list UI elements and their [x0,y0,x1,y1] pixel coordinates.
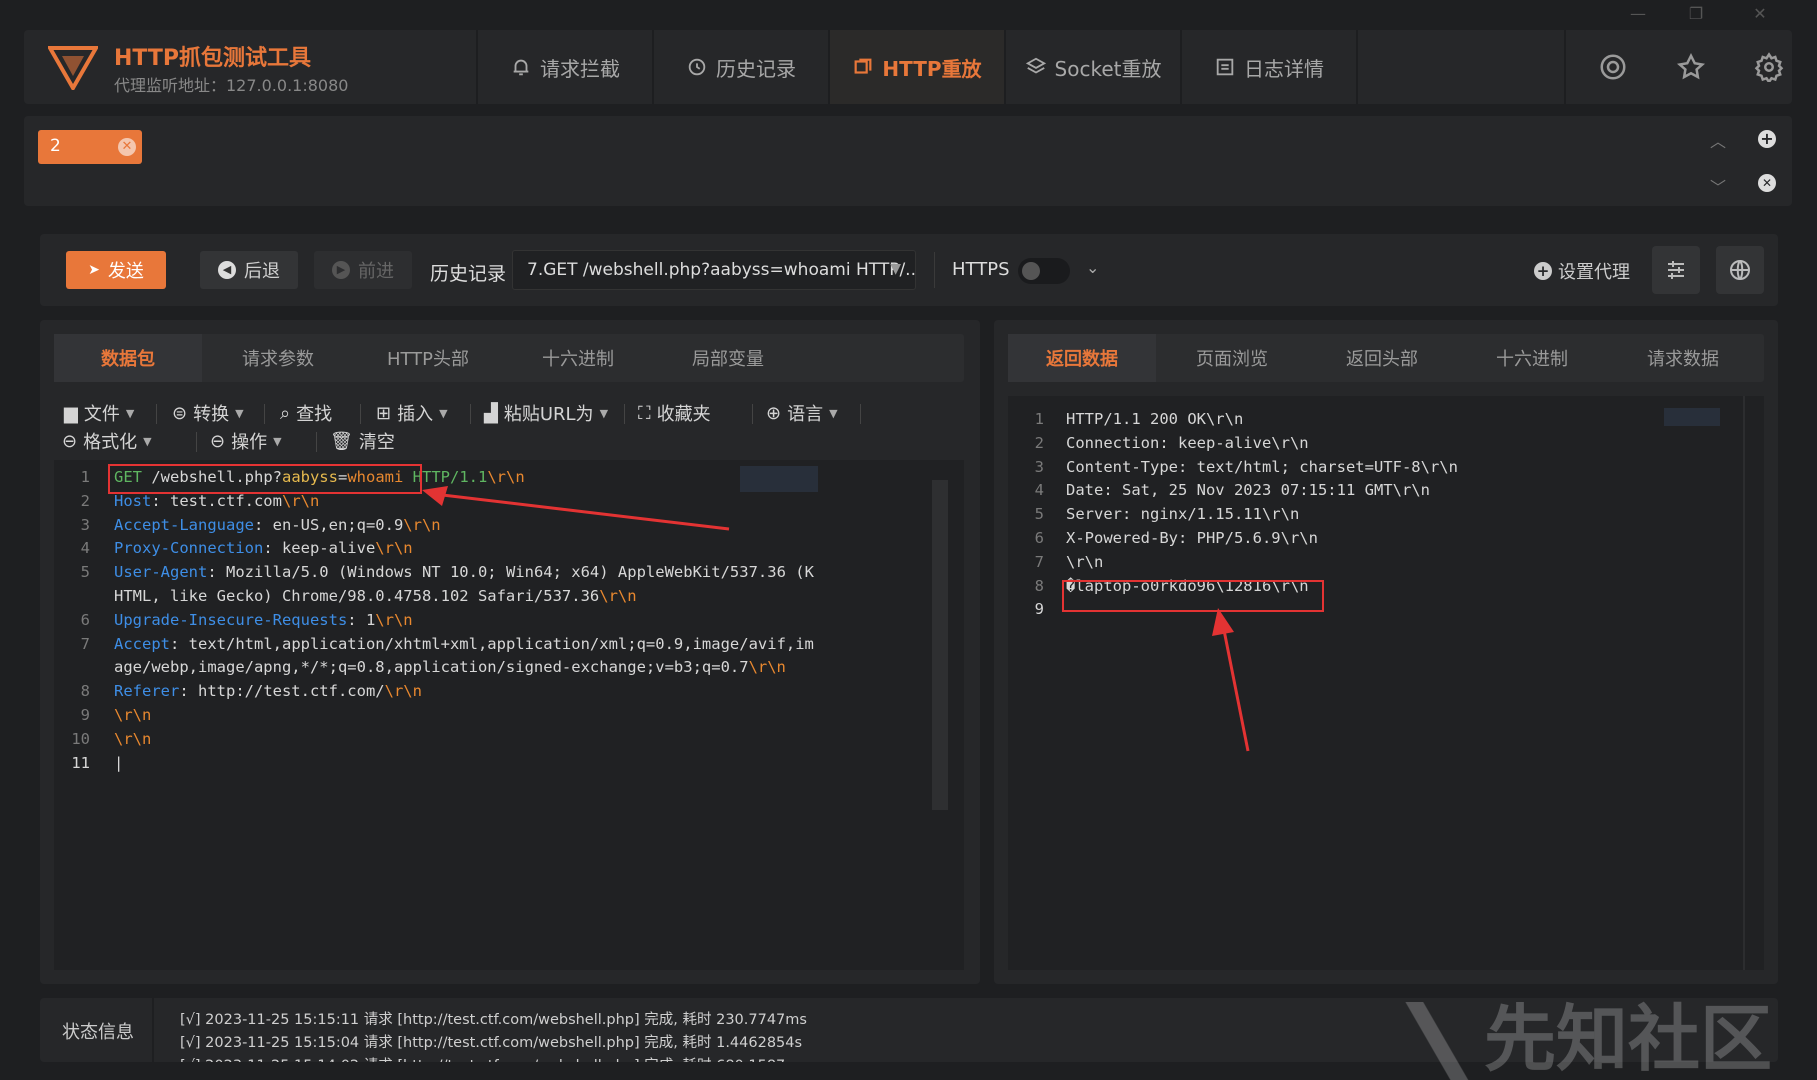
history-label: 历史记录 [430,263,507,285]
forward-button[interactable]: ▶ 前进 [314,251,412,289]
restore-button[interactable]: ❐ [1676,4,1716,26]
back-icon: ◀ [218,261,236,279]
minimap [740,466,818,492]
send-button[interactable]: ➤ 发送 [66,251,166,289]
convert-menu[interactable]: ⊜ 转换 ▼ [172,400,244,426]
operate-menu[interactable]: ⊖ 操作 ▼ [210,428,282,454]
response-line-numbers: 1 2 3 4 5 6 7 8 9 [1034,410,1044,619]
globe-icon [1730,260,1750,280]
add-circle-icon: + [1534,262,1552,280]
chevron-down-icon: ▼ [890,261,901,277]
tab-http-replay[interactable]: HTTP重放 [830,30,1004,104]
response-code: HTTP/1.1 200 OK\r\n Connection: keep-ali… [1066,410,1458,595]
favorites-button[interactable]: ⛶ 收藏夹 [638,400,711,426]
request-panel: 数据包 请求参数 HTTP头部 十六进制 局部变量 ▆ 文件 ▼ ⊜ 转换 ▼ ⌕ 查找 … [40,320,980,984]
format-menu[interactable]: ⊖ 格式化 ▼ [62,428,152,454]
response-subtabs: 返回数据 页面浏览 返回头部 十六进制 请求数据 [1008,334,1764,382]
close-window-button[interactable]: ✕ [1740,4,1780,26]
arrow-annotation [422,486,730,531]
insert-menu[interactable]: ⊞ 插入 ▼ [376,400,448,426]
globe-button[interactable] [1716,246,1764,294]
add-tab-icon[interactable]: + [1758,130,1776,148]
request-toolbar: ➤ 发送 ◀ 后退 ▶ 前进 历史记录 7.GET /webshell.php?… [40,234,1778,306]
bell-icon [513,59,529,76]
browser-icon[interactable] [1598,52,1628,82]
response-viewer[interactable]: 1 2 3 4 5 6 7 8 9 HTTP/1.1 200 OK\r\n Co… [1008,396,1764,970]
paste-url-menu[interactable]: ▟ 粘贴URL为 ▼ [484,400,608,426]
folder-icon: ▆ [64,402,78,424]
request-subtabs: 数据包 请求参数 HTTP头部 十六进制 局部变量 [54,334,964,382]
favorites-star-icon[interactable] [1676,52,1706,82]
https-toggle[interactable] [1018,258,1070,284]
set-proxy-button[interactable]: + 设置代理 [1534,258,1630,284]
send-icon: ➤ [88,262,100,278]
paste-icon: ▟ [484,402,498,424]
clear-button[interactable]: 🗑 清空 [330,428,395,454]
up-arrow-annotation [1212,608,1250,752]
proxy-address: 代理监听地址：127.0.0.1:8080 [114,76,349,95]
request-tab[interactable]: 2 ✕ [38,130,142,164]
request-editor[interactable]: 1 2 3 4 5 6 7 8 9 10 11 GET /webshell.ph… [54,460,964,970]
close-all-tabs-icon[interactable]: ✕ [1758,174,1776,192]
result-highlight-box [1062,580,1324,612]
tab-request-params[interactable]: 请求参数 [204,334,352,382]
double-chevron-down-icon[interactable]: ⌄ [1086,258,1099,277]
scrollbar[interactable] [932,480,948,810]
status-bar: 状态信息 [√] 2023-11-25 15:15:11 请求 [http://… [40,998,1778,1062]
tab-hex[interactable]: 十六进制 [504,334,652,382]
tab-packet[interactable]: 数据包 [54,334,202,382]
file-menu[interactable]: ▆ 文件 ▼ [64,400,134,426]
search-icon: ⌕ [280,402,291,424]
scroll-down-icon[interactable]: ﹀ [1710,174,1726,198]
tab-http-headers[interactable]: HTTP头部 [354,334,502,382]
history-icon [688,58,706,76]
format-icon: ⊖ [62,430,78,452]
minimize-button[interactable]: — [1618,4,1658,26]
response-scrollbar[interactable] [1743,396,1745,970]
find-button[interactable]: ⌕ 查找 [280,400,332,426]
favorites-icon: ⛶ [638,402,651,424]
trash-icon: 🗑 [330,430,353,452]
tab-request-data[interactable]: 请求数据 [1608,334,1758,382]
request-tab-strip: 2 ✕ ︿ ﹀ + ✕ [24,116,1792,206]
highlight-box [108,464,422,494]
tab-response-headers[interactable]: 返回头部 [1308,334,1456,382]
replay-icon [854,58,872,74]
close-tab-icon[interactable]: ✕ [118,138,136,156]
tab-socket-replay[interactable]: Socket重放 [1006,30,1180,104]
tab-intercept[interactable]: 请求拦截 [478,30,652,104]
language-menu[interactable]: ⊕ 语言 ▼ [766,400,838,426]
logo-icon [48,46,98,90]
response-minimap [1664,408,1720,426]
tab-response-hex[interactable]: 十六进制 [1458,334,1606,382]
history-select[interactable]: 7.GET /webshell.php?aabyss=whoami HTTP/.… [512,250,916,290]
sliders-icon [1668,261,1684,279]
document-icon [1216,58,1234,76]
layers-icon [1025,57,1046,74]
back-button[interactable]: ◀ 后退 [200,251,298,289]
log-line: [√] 2023-11-25 15:15:11 请求 [http://test.… [180,1012,807,1028]
forward-icon: ▶ [332,261,350,279]
line-numbers: 1 2 3 4 5 6 7 8 9 10 11 [71,468,90,772]
response-panel: 返回数据 页面浏览 返回头部 十六进制 请求数据 1 2 3 4 5 6 7 8… [994,320,1778,984]
tab-page-preview[interactable]: 页面浏览 [1158,334,1306,382]
tab-local-vars[interactable]: 局部变量 [654,334,802,382]
scroll-up-icon[interactable]: ︿ [1710,128,1726,152]
convert-icon: ⊜ [172,402,188,424]
tab-history[interactable]: 历史记录 [654,30,828,104]
log-line: [√] 2023-11-25 15:14:02 请求 [http://test.… [180,1054,807,1062]
status-label: 状态信息 [62,1022,134,1043]
settings-sliders-button[interactable] [1652,246,1700,294]
tab-log-details[interactable]: 日志详情 [1182,30,1356,104]
app-title: HTTP抓包测试工具 [114,46,312,71]
insert-icon: ⊞ [376,402,392,424]
language-globe-icon: ⊕ [766,402,782,424]
operate-icon: ⊖ [210,430,226,452]
app-header: HTTP抓包测试工具 代理监听地址：127.0.0.1:8080 请求拦截 历史… [24,30,1792,104]
tab-response-data[interactable]: 返回数据 [1008,334,1156,382]
log-line: [√] 2023-11-25 15:15:04 请求 [http://test.… [180,1035,803,1051]
settings-gear-icon[interactable] [1754,52,1784,82]
https-label: HTTPS [952,259,1010,280]
